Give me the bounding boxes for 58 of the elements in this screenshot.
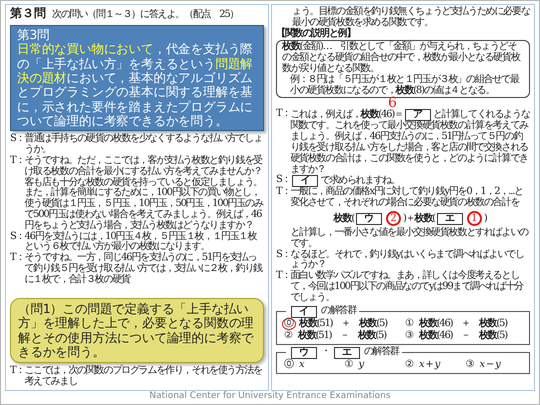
speaker-label: T：	[276, 271, 290, 284]
intro-text: ょう。目標の金額を釣り銭無くちょうど支払うために必要な最小の硬貨枚数を求める関数です。	[292, 7, 530, 28]
circled-number: 1	[466, 210, 482, 226]
option-text: x − y	[480, 358, 500, 370]
section-heading: 【関数の説明と例】	[276, 28, 356, 40]
speaker-label: S：	[10, 232, 24, 244]
option-number: ⓪	[283, 358, 295, 371]
option-number: ③	[404, 330, 415, 342]
formula-text: )＋枚数(	[403, 213, 435, 224]
annotation-number: 6	[388, 98, 398, 110]
dialogue-text: ここでは，次の関数のプログラムを作り，それを使う方法を考えてみまし	[24, 366, 263, 388]
option-number: ②	[283, 330, 294, 342]
group-label: の解答群	[364, 347, 400, 358]
speaker-label: T：	[276, 187, 290, 200]
option-text: 枚数(46) ＋ 枚数(5)	[419, 318, 507, 329]
option-number: ②	[404, 358, 415, 371]
answer-blank: エ	[436, 213, 463, 226]
dialogue-text: なるほど。それで，釣り銭yはいくらまで調べればよいでしょうか？	[290, 250, 525, 270]
question-callout: （問1）この問題で定義する「上手な払い方」を理解した上で，必要となる関数の理解とその使用方法について論理的に考察できるかを問う。	[10, 298, 264, 364]
option-number: ①	[404, 318, 415, 330]
answer-blank: ウ	[291, 346, 317, 359]
option-number: ③	[464, 358, 476, 371]
question-instruction: 次の問い（問１～３）に答えよ。（配点 25）	[52, 10, 238, 21]
speaker-label: T：	[10, 366, 24, 378]
option-number: ①	[344, 358, 354, 371]
callout-title: 第3問	[17, 28, 50, 42]
dialogue-text: そうですね。ただ，ここでは，客が支払う枚数と釣り銭を受け取る枚数の合計を最小にする払い方を考えてみませんか？客も店も十分な枚数の硬貨を持っていると仮定しましょう。また，計算を簡単にするために，100円以下の買い物とし，使う硬貨は１円玉，５円玉，10円玉，50円玉，100円玉のみで500円玉は使わない場合を考えてみましょう。例えば，46円をちょうど支払う場合，支払う枚数はどうなりますか？	[24, 156, 264, 231]
dialogue-text: と計算し，一番小さな値を最小交換硬貨枚数とすればよいのです。	[290, 228, 530, 249]
option-text: y	[358, 358, 363, 370]
circled-number: 2	[386, 210, 402, 226]
dialogue-text: 46円を支払うには，10円玉４枚，５円玉１枚，１円玉１枚という６枚で払い方が最小の枚数になります。	[24, 232, 258, 252]
group-label: の解答群	[321, 306, 356, 317]
speaker-label: T：	[276, 109, 290, 122]
dialogue-text: 普通は手持ちの硬貨の枚数を少なくするような払い方でしょうか。	[24, 134, 264, 156]
answer-blank: ウ	[356, 213, 382, 226]
formula-text: 枚数(	[334, 213, 354, 224]
answer-blank: イ	[291, 306, 317, 318]
definition-text: 枚数(金額)… 引数として「金額」が与えられ，ちょうどその金額となる硬貨の組合せの中で，枚数が最小となる硬貨枚数が戻り値となる関数。	[282, 42, 522, 74]
callout-text: 日常的な買い物において，代金を支払う際の「上手な払い方」を考えるという 問題解決の題材において，基本的なアルゴリズムとプログラミングの基本に関する理解を基に，示された要件を踏まえたプログラムについて論理的に考察できるかを問う。	[17, 42, 254, 128]
question-number: 第３問	[10, 7, 46, 20]
option-text: x + y	[419, 358, 440, 370]
speaker-label: S：	[10, 134, 24, 146]
dialogue-text: そうですね。一方，同じ46円を支払うのに，51円を支払って釣り銭５円を受け取る払い方では，支払いに２枚，釣り銭に１枚で，合計３枚の硬貨	[24, 253, 264, 286]
option-number: ⓪	[282, 318, 296, 330]
footer-text: National Center for University Entrance Examinations	[148, 391, 392, 402]
answer-blank: エ	[334, 346, 360, 359]
option-text: x	[299, 358, 304, 370]
option-text: 枚数(51) ＋ 枚数(5)	[299, 318, 387, 329]
speaker-label: T：	[10, 156, 24, 168]
option-text: 枚数(51) － 枚数(5)	[298, 330, 386, 341]
speaker-label: S：	[276, 175, 290, 186]
definition-text: 例：８円は「５円玉が１枚と１円玉が３枚」の組合せで最小の硬貨枚数になるので，枚数(8)の値は４となる。	[289, 74, 520, 96]
option-text: 枚数(46) － 枚数(5)	[419, 330, 507, 341]
separator-text: ・	[321, 347, 330, 358]
speaker-label: T：	[10, 253, 24, 266]
speaker-label: S：	[276, 250, 290, 262]
dialogue-text: 面白い数学パズルですね。まあ，詳しくは今度考えるとして，今回は100円以下の商品なのでyは99まで調べれば十分でしょう。	[290, 271, 524, 304]
formula-text: )	[484, 213, 487, 224]
